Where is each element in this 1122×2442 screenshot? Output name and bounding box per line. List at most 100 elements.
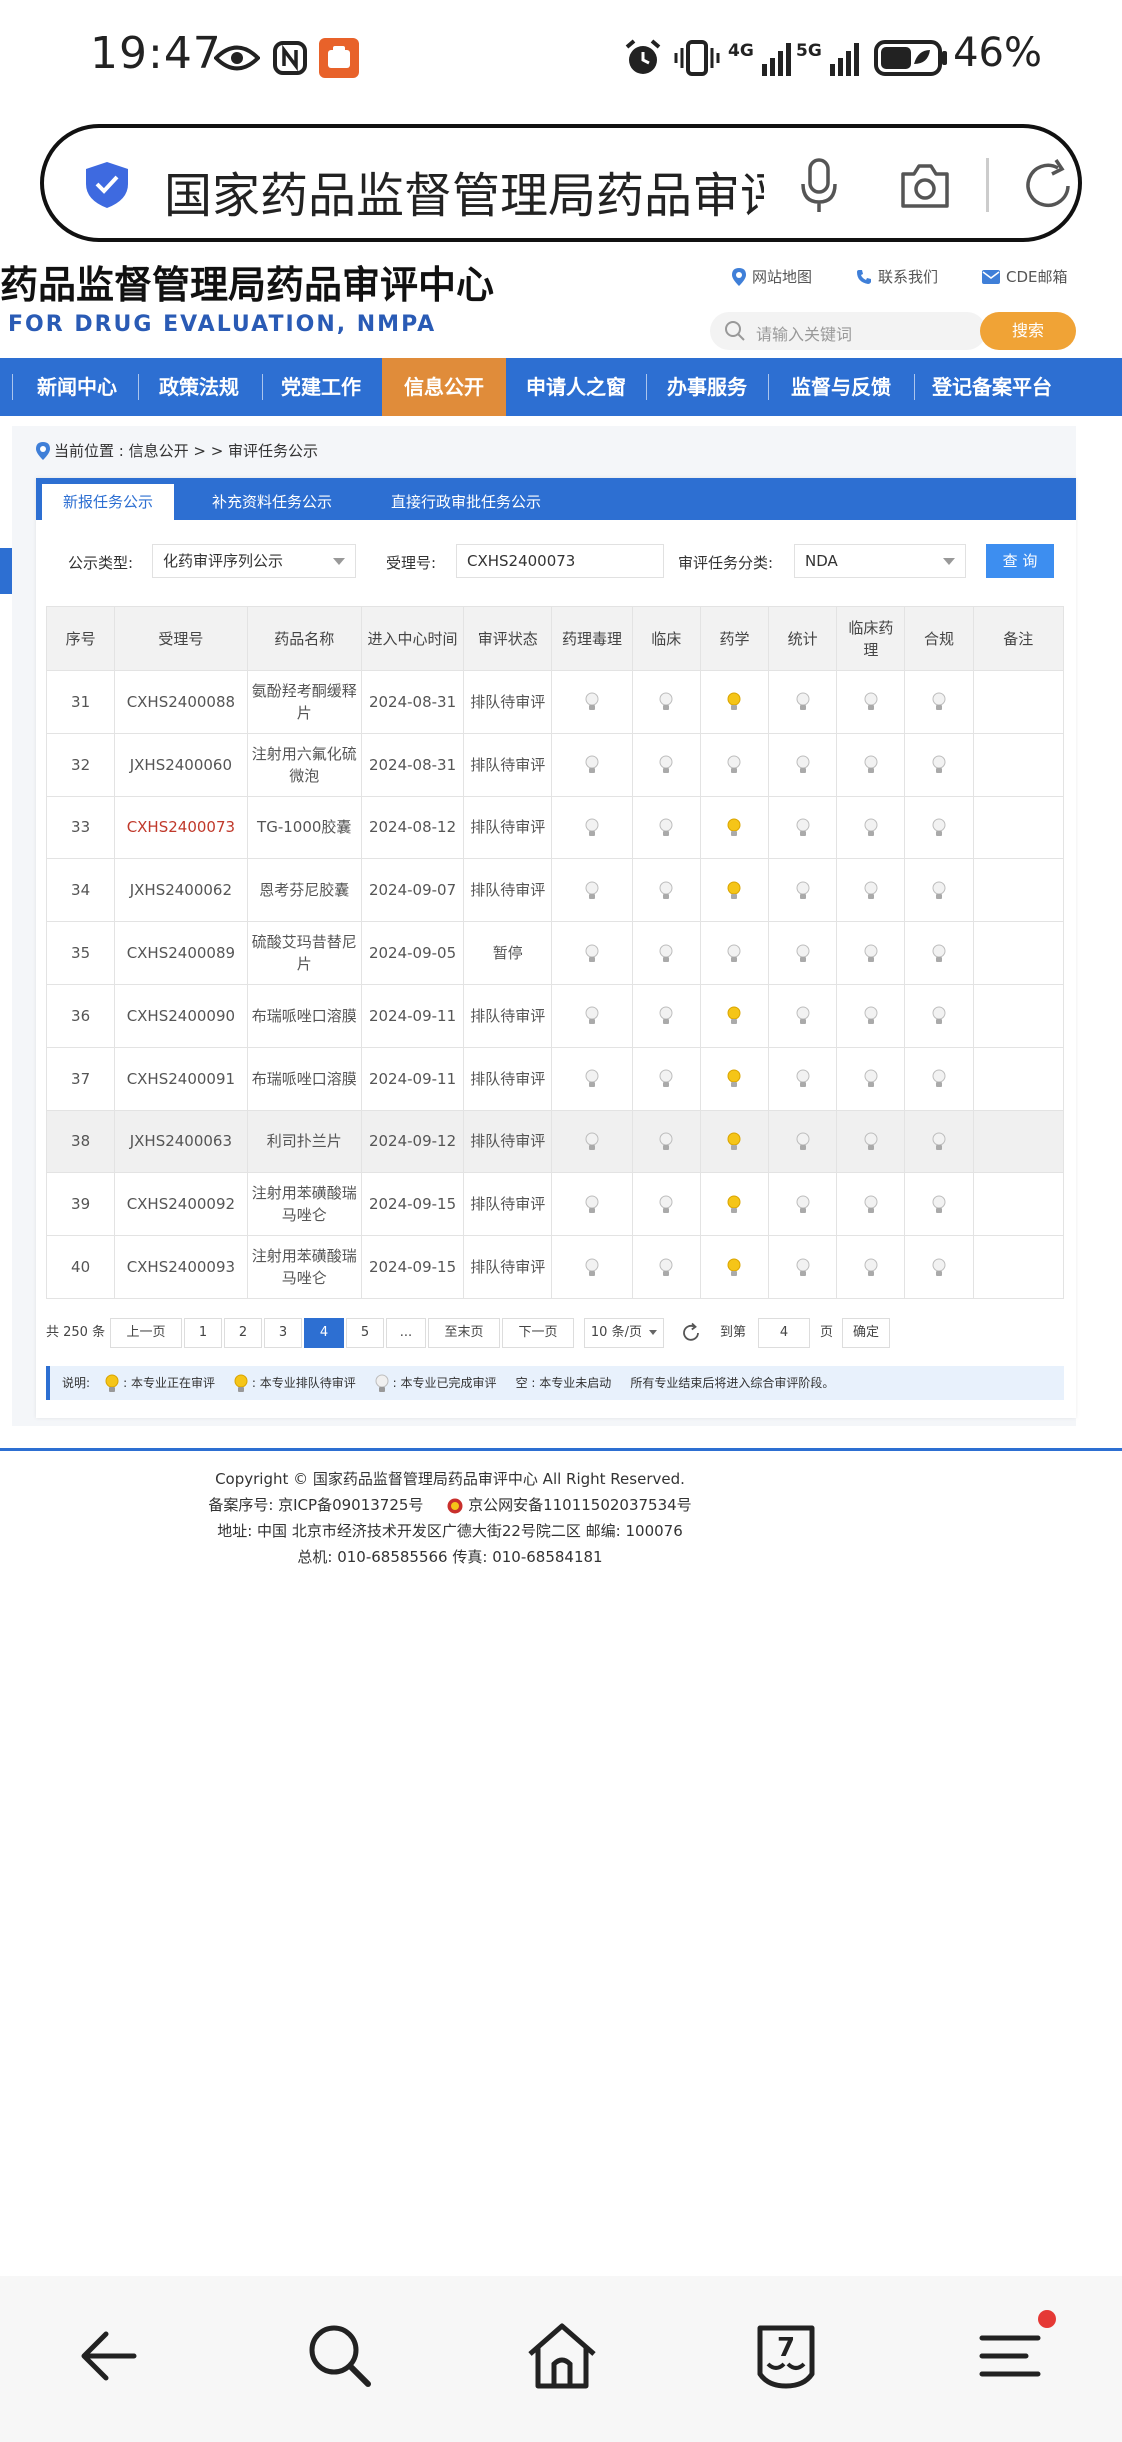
page-button[interactable]: 2: [224, 1318, 262, 1348]
remarks-cell: [972, 983, 1065, 1048]
bulb-done-icon: [904, 1235, 974, 1299]
page-button[interactable]: 5: [346, 1318, 384, 1348]
drug-name: 氨酚羟考酮缓释片: [246, 670, 362, 734]
search-icon[interactable]: [300, 2316, 380, 2396]
table-row[interactable]: 35 CXHS2400089 硫酸艾玛昔替尼片 2024-09-05 暂停: [45, 921, 1065, 985]
nav-item-registration[interactable]: 登记备案平台: [922, 358, 1062, 416]
contact-label: 联系我们: [878, 268, 939, 286]
task-panel: 新报任务公示 补充资料任务公示 直接行政审批任务公示 公示类型: 化药审评序列公…: [36, 478, 1076, 1418]
bulb-done-icon: [699, 921, 770, 985]
contact-link[interactable]: 联系我们: [856, 266, 938, 287]
category-select[interactable]: NDA: [794, 544, 966, 578]
table-row[interactable]: 36 CXHS2400090 布瑞哌唑口溶膜 2024-09-11 排队待审评: [45, 983, 1065, 1048]
prev-page-button[interactable]: 上一页: [110, 1318, 182, 1348]
search-button[interactable]: 搜索: [980, 312, 1076, 350]
home-icon[interactable]: [522, 2316, 602, 2396]
remarks-cell: [972, 1235, 1065, 1299]
remarks-cell: [972, 858, 1065, 923]
confirm-button[interactable]: 确定: [842, 1318, 890, 1348]
nav-item-news[interactable]: 新闻中心: [22, 358, 132, 416]
tab-supplement-tasks[interactable]: 补充资料任务公示: [186, 484, 358, 520]
table-header-row: 序号 受理号 药品名称 进入中心时间 审评状态 药理毒理 临床 药学 统计 临床…: [45, 606, 1065, 671]
table-row[interactable]: 33 CXHS2400073 TG-1000胶囊 2024-08-12 排队待审评: [45, 795, 1065, 860]
site-search-input[interactable]: 请输入关键词: [710, 312, 986, 350]
row-number: 31: [45, 670, 116, 734]
col-header: 药品名称: [246, 606, 362, 671]
next-page-button[interactable]: 下一页: [502, 1318, 574, 1348]
cde-mail-link[interactable]: CDE邮箱: [982, 266, 1068, 287]
sitemap-link[interactable]: 网站地图: [732, 266, 812, 287]
bulb-done-icon: [768, 1046, 838, 1111]
status-bar: 19:47 4G 5G 46%: [0, 0, 1122, 118]
nav-divider: [768, 374, 769, 400]
table-row[interactable]: 40 CXHS2400093 注射用苯磺酸瑞马唑仑 2024-09-15 排队待审评: [45, 1235, 1065, 1299]
bulb-done-icon: [551, 795, 633, 860]
table-row[interactable]: 39 CXHS2400092 注射用苯磺酸瑞马唑仑 2024-09-15 排队待审评: [45, 1172, 1065, 1237]
security-shield-icon[interactable]: [84, 160, 130, 210]
bulb-done-icon: [551, 732, 633, 797]
camera-icon[interactable]: [899, 162, 951, 210]
nav-item-applicant[interactable]: 申请人之窗: [514, 358, 638, 416]
per-page-value: 10 条/页: [590, 1325, 642, 1340]
nav-item-info-disclosure[interactable]: 信息公开: [382, 358, 506, 416]
tab-new-tasks[interactable]: 新报任务公示: [42, 484, 174, 520]
site-title: 药品监督管理局药品审评中心: [0, 263, 495, 307]
bulb-active-icon: [699, 1172, 770, 1237]
last-page-button[interactable]: 至末页: [428, 1318, 500, 1348]
table-row[interactable]: 37 CXHS2400091 布瑞哌唑口溶膜 2024-09-11 排队待审评: [45, 1046, 1065, 1111]
back-arrow-icon[interactable]: [72, 2316, 152, 2396]
mail-icon: [982, 269, 1000, 284]
url-text[interactable]: 国家药品监督管理局药品审评中心: [164, 156, 764, 226]
drug-name: 布瑞哌唑口溶膜: [246, 1046, 362, 1111]
nav-item-policy[interactable]: 政策法规: [144, 358, 254, 416]
accept-number: CXHS2400091: [114, 1046, 248, 1111]
icp-link[interactable]: 备案序号: 京ICP备09013725号: [208, 1496, 423, 1514]
drug-name: TG-1000胶囊: [246, 795, 362, 860]
refresh-icon[interactable]: [680, 1322, 702, 1344]
entry-date: 2024-08-31: [360, 732, 465, 797]
col-header: 合规: [904, 606, 974, 671]
nav-item-feedback[interactable]: 监督与反馈: [776, 358, 906, 416]
review-status: 暂停: [463, 921, 553, 985]
table-row[interactable]: 31 CXHS2400088 氨酚羟考酮缓释片 2024-08-31 排队待审评: [45, 670, 1065, 734]
row-number: 35: [45, 921, 116, 985]
goto-page-input[interactable]: 4: [758, 1318, 810, 1348]
col-header: 审评状态: [463, 606, 553, 671]
page-button[interactable]: 3: [264, 1318, 302, 1348]
type-select[interactable]: 化药审评序列公示: [152, 544, 356, 578]
remarks-cell: [972, 795, 1065, 860]
accept-no-input[interactable]: CXHS2400073: [456, 544, 664, 578]
microphone-icon[interactable]: [799, 158, 839, 214]
row-number: 37: [45, 1046, 116, 1111]
reload-icon[interactable]: [1024, 158, 1074, 214]
nav-item-services[interactable]: 办事服务: [654, 358, 760, 416]
bulb-done-icon: [551, 1046, 633, 1111]
page-button-current[interactable]: 4: [304, 1318, 344, 1348]
drug-name: 注射用苯磺酸瑞马唑仑: [246, 1172, 362, 1237]
bulb-done-icon: [699, 732, 770, 797]
side-tab-edge[interactable]: [0, 548, 12, 594]
per-page-select[interactable]: 10 条/页: [584, 1318, 664, 1348]
table-row[interactable]: 34 JXHS2400062 恩考芬尼胶囊 2024-09-07 排队待审评: [45, 858, 1065, 923]
accept-number: JXHS2400060: [114, 732, 248, 797]
table-row[interactable]: 38 JXHS2400063 利司扑兰片 2024-09-12 排队待审评: [45, 1109, 1065, 1174]
address-bar[interactable]: 国家药品监督管理局药品审评中心: [40, 124, 1082, 242]
bulb-done-icon: [631, 1109, 701, 1174]
police-record-link[interactable]: 京公网安备11011502037534号: [468, 1496, 692, 1514]
tabs-icon[interactable]: 7: [746, 2316, 826, 2396]
bulb-done-icon: [768, 1109, 838, 1174]
review-status: 排队待审评: [463, 983, 553, 1048]
review-status: 排队待审评: [463, 1046, 553, 1111]
tab-direct-approval-tasks[interactable]: 直接行政审批任务公示: [366, 484, 566, 520]
table-row[interactable]: 32 JXHS2400060 注射用六氟化硫微泡 2024-08-31 排队待审评: [45, 732, 1065, 797]
menu-icon[interactable]: [970, 2316, 1050, 2396]
type-label: 公示类型:: [68, 554, 134, 572]
page-button[interactable]: 1: [184, 1318, 222, 1348]
col-header: 受理号: [114, 606, 248, 671]
bulb-active-icon: [699, 1109, 770, 1174]
query-button[interactable]: 查 询: [986, 544, 1054, 578]
nav-item-party[interactable]: 党建工作: [268, 358, 374, 416]
chevron-down-icon: [943, 558, 955, 565]
remarks-cell: [972, 670, 1065, 734]
svg-text:5G: 5G: [796, 41, 822, 61]
